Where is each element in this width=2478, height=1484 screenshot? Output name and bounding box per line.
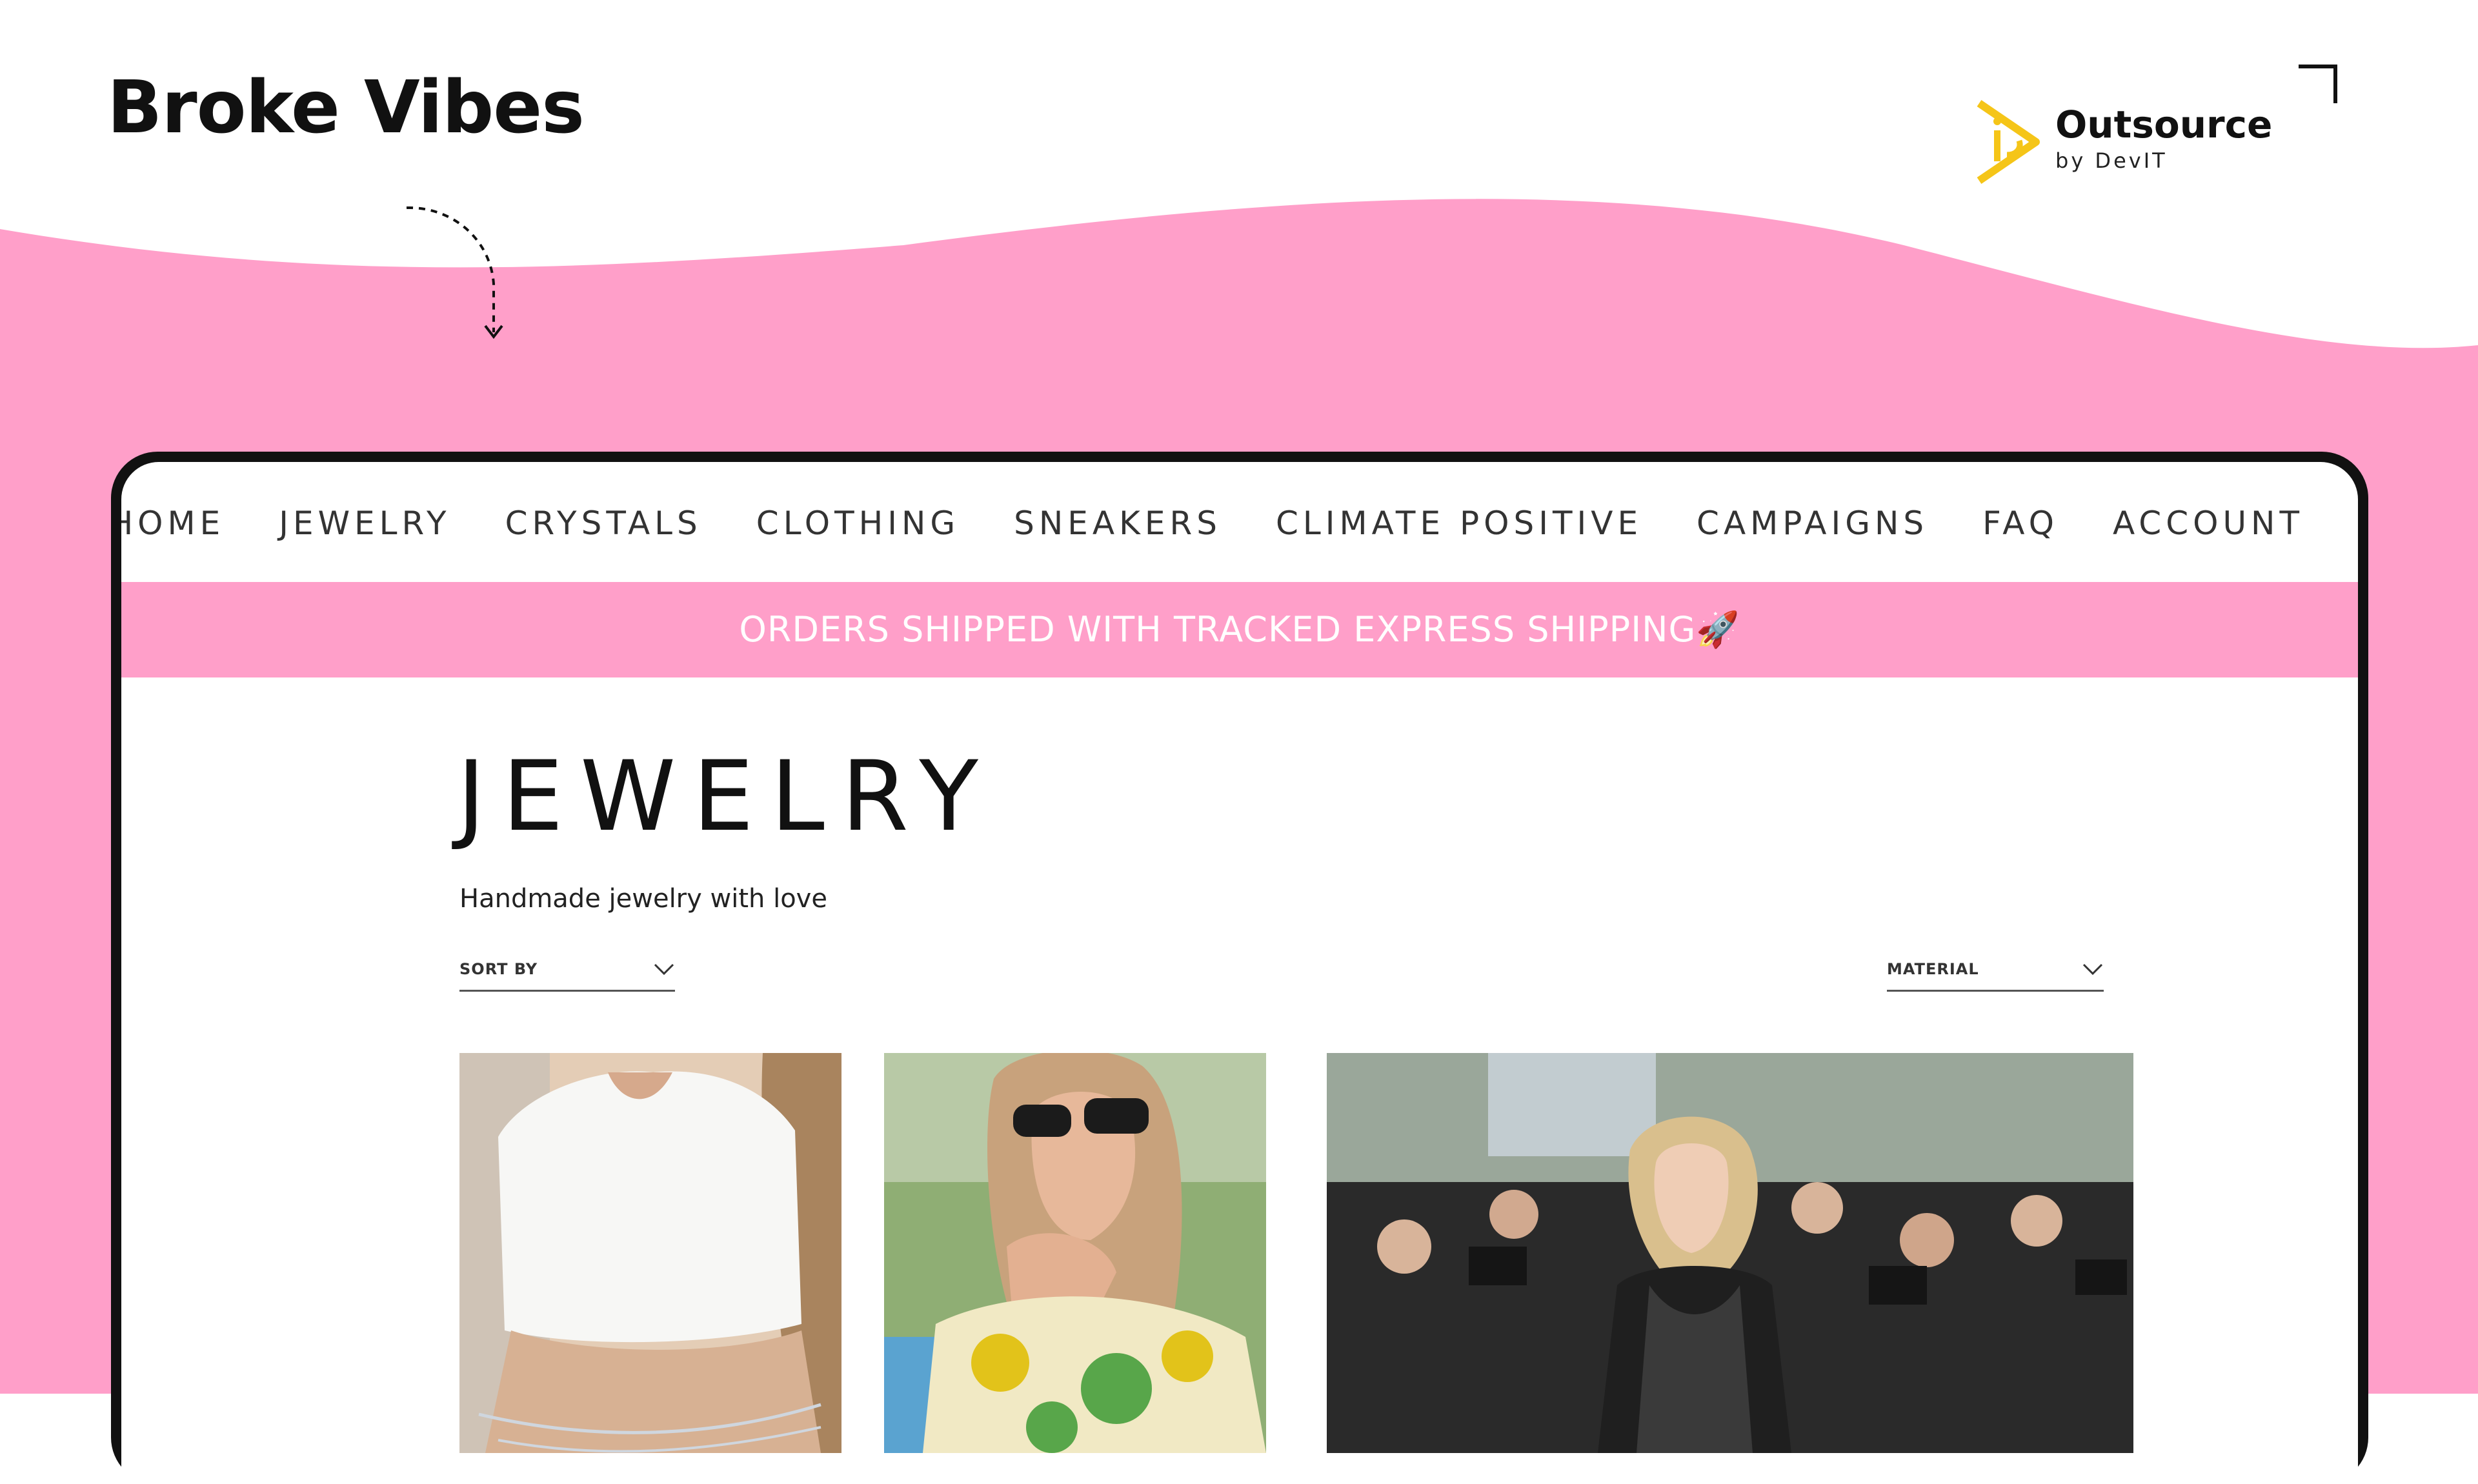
- device-frame: HOME JEWELRY CRYSTALS CLOTHING SNEAKERS …: [111, 452, 2368, 1484]
- main-nav: HOME JEWELRY CRYSTALS CLOTHING SNEAKERS …: [121, 462, 2358, 585]
- nav-item-clothing[interactable]: CLOTHING: [756, 505, 960, 542]
- outsource-logo-icon: [1977, 100, 2040, 184]
- page-heading: JEWELRY: [457, 741, 995, 853]
- promo-text: ORDERS SHIPPED WITH TRACKED EXPRESS SHIP…: [739, 609, 1740, 650]
- dashed-arrow-icon: [406, 206, 503, 339]
- nav-item-account[interactable]: ACCOUNT: [2113, 505, 2304, 542]
- website-screen: HOME JEWELRY CRYSTALS CLOTHING SNEAKERS …: [121, 462, 2358, 1484]
- collection-content: JEWELRY Handmade jewelry with love SORT …: [121, 677, 2358, 1484]
- material-dropdown[interactable]: MATERIAL: [1887, 948, 2104, 992]
- product-image-1[interactable]: [459, 1053, 841, 1453]
- product-image-2[interactable]: [884, 1053, 1266, 1453]
- logo-tagline: by DevIT: [2055, 148, 2168, 173]
- sort-by-dropdown[interactable]: SORT BY: [459, 948, 675, 992]
- page-subtitle: Handmade jewelry with love: [459, 884, 827, 914]
- corner-bracket-icon: [2299, 65, 2337, 103]
- sort-by-label: SORT BY: [459, 960, 538, 978]
- nav-item-campaigns[interactable]: CAMPAIGNS: [1697, 505, 1928, 542]
- material-label: MATERIAL: [1887, 960, 1979, 978]
- nav-item-home[interactable]: HOME: [121, 505, 225, 542]
- product-image-3[interactable]: [1327, 1053, 2133, 1453]
- chevron-down-icon: [654, 963, 674, 976]
- promo-banner: ORDERS SHIPPED WITH TRACKED EXPRESS SHIP…: [121, 582, 2358, 677]
- nav-item-jewelry[interactable]: JEWELRY: [279, 505, 450, 542]
- nav-item-faq[interactable]: FAQ: [1982, 505, 2059, 542]
- chevron-down-icon: [2082, 963, 2103, 976]
- outsource-logo[interactable]: Outsource by DevIT: [1971, 97, 2272, 187]
- nav-item-sneakers[interactable]: SNEAKERS: [1014, 505, 1222, 542]
- nav-item-crystals[interactable]: CRYSTALS: [505, 505, 702, 542]
- logo-name: Outsource: [2055, 103, 2273, 147]
- brand-title: Broke Vibes: [107, 66, 585, 150]
- nav-item-climate-positive[interactable]: CLIMATE POSITIVE: [1276, 505, 1642, 542]
